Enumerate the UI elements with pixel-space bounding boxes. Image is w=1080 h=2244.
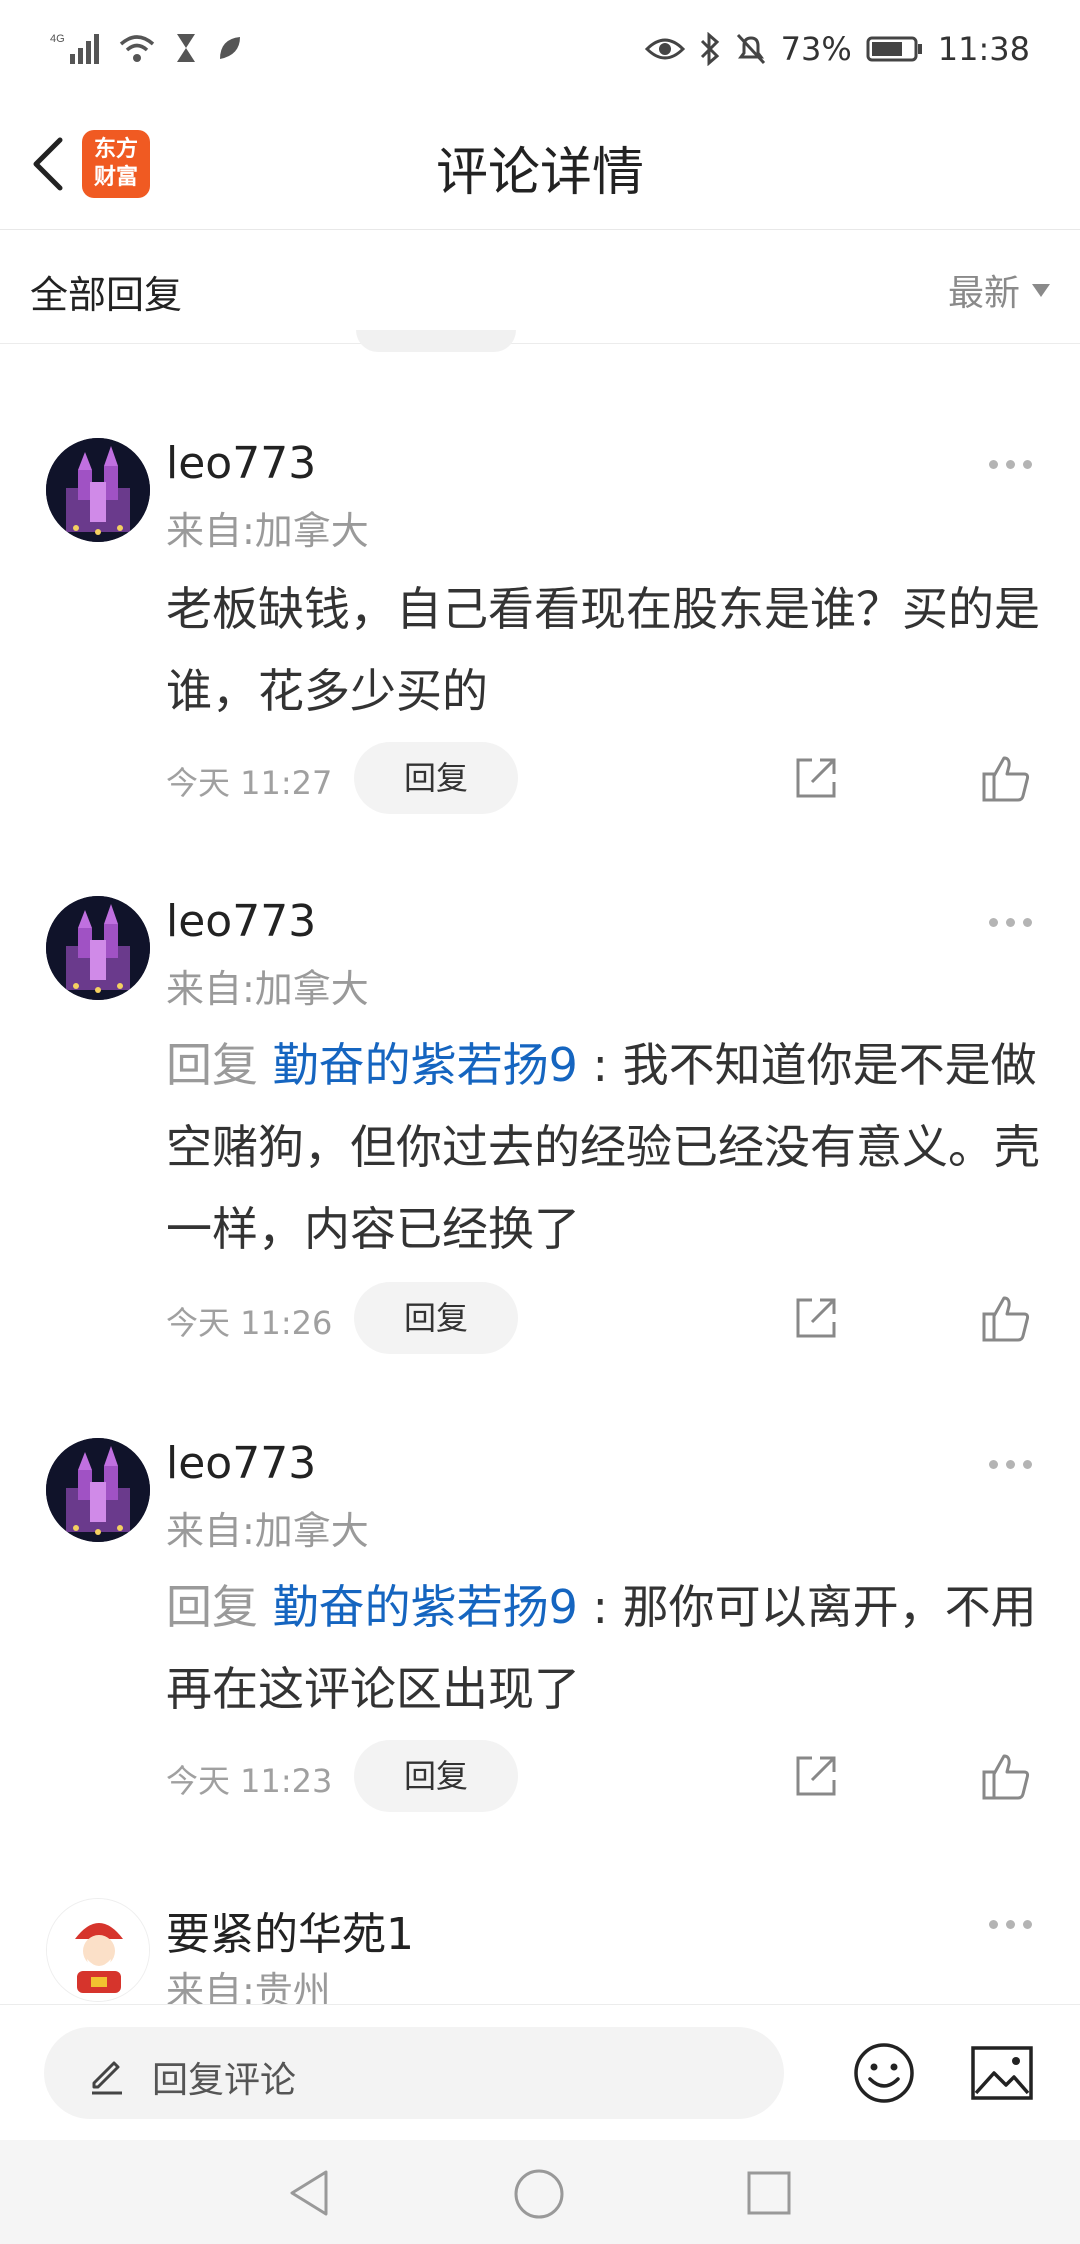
reply-prefix: 回复 (166, 1038, 273, 1092)
comment-meta: 今天 11:23 回复 (166, 1740, 1046, 1812)
comment-text: 回复 勤奋的紫若扬9 : 我不知道你是不是做空赌狗，但你过去的经验已经没有意义。… (166, 1024, 1046, 1270)
reply-input-placeholder: 回复评论 (152, 2060, 297, 2101)
username[interactable]: leo773 (166, 896, 316, 947)
mention-link[interactable]: 勤奋的紫若扬9 (273, 1038, 578, 1092)
page-title: 评论详情 (435, 143, 644, 203)
comment-meta: 今天 11:27 回复 (166, 742, 1046, 814)
nav-recents-icon[interactable] (746, 2170, 792, 2216)
more-options-icon[interactable] (989, 918, 1032, 927)
comment-text: 老板缺钱，自己看看现在股东是谁？买的是谁，花多少买的 (166, 568, 1046, 732)
username[interactable]: 要紧的华苑1 (166, 1898, 414, 1962)
thumbs-up-icon[interactable] (980, 1292, 1032, 1344)
battery-percent: 73% (780, 30, 852, 68)
avatar[interactable] (46, 1438, 150, 1542)
pencil-icon (92, 2061, 122, 2095)
image-icon[interactable] (970, 2045, 1034, 2101)
reply-prefix: 回复 (166, 1580, 273, 1634)
status-bar: 4G 73% 11:38 (0, 0, 1080, 98)
share-icon[interactable] (792, 1752, 840, 1800)
reply-button[interactable]: 回复 (354, 742, 518, 814)
user-location: 来自:加拿大 (166, 509, 369, 553)
all-replies-label: 全部回复 (30, 273, 183, 317)
mute-bell-icon (736, 33, 765, 65)
reply-bar: 回复评论 (0, 2004, 1080, 2140)
nav-home-icon[interactable] (513, 2168, 565, 2220)
signal-icon: 4G (50, 33, 99, 64)
more-options-icon[interactable] (989, 1920, 1032, 1929)
share-icon[interactable] (792, 1294, 840, 1342)
clock: 11:38 (937, 30, 1030, 68)
reply-input[interactable]: 回复评论 (44, 2027, 784, 2119)
comment-meta: 今天 11:26 回复 (166, 1282, 1046, 1354)
avatar[interactable] (46, 438, 150, 542)
caret-down-icon (1032, 283, 1050, 297)
replies-filter-bar: 全部回复 最新 (0, 230, 1080, 344)
avatar[interactable] (46, 1898, 150, 2002)
system-nav-bar (0, 2140, 1080, 2244)
share-icon[interactable] (792, 754, 840, 802)
scroll-stub (356, 330, 516, 352)
reply-button[interactable]: 回复 (354, 1282, 518, 1354)
sort-dropdown[interactable]: 最新 (948, 264, 1050, 316)
thumbs-up-icon[interactable] (980, 1750, 1032, 1802)
comment-time: 今天 11:26 (166, 1304, 333, 1342)
mention-link[interactable]: 勤奋的紫若扬9 (273, 1580, 578, 1634)
sort-label: 最新 (947, 273, 1020, 314)
battery-icon (866, 36, 922, 62)
comment-time: 今天 11:23 (166, 1762, 333, 1800)
thumbs-up-icon[interactable] (980, 752, 1032, 804)
network-type: 4G (50, 33, 65, 45)
more-options-icon[interactable] (989, 1460, 1032, 1469)
header: 东方财富 评论详情 (0, 98, 1080, 230)
eye-icon (644, 38, 685, 60)
bluetooth-icon (700, 32, 719, 66)
comment-text-content: 老板缺钱，自己看看现在股东是谁？买的是谁，花多少买的 (166, 582, 1040, 718)
avatar[interactable] (46, 896, 150, 1000)
emoji-icon[interactable] (852, 2041, 916, 2105)
username[interactable]: leo773 (166, 1438, 316, 1489)
user-location: 来自:加拿大 (166, 967, 369, 1011)
more-options-icon[interactable] (989, 460, 1032, 469)
nav-back-icon[interactable] (284, 2168, 334, 2218)
comment-text: 回复 勤奋的紫若扬9 : 那你可以离开，不用再在这评论区出现了 (166, 1566, 1046, 1730)
username[interactable]: leo773 (166, 438, 316, 489)
comment-time: 今天 11:27 (166, 764, 333, 802)
leaf-icon (220, 37, 240, 59)
hourglass-icon (177, 34, 195, 62)
reply-button[interactable]: 回复 (354, 1740, 518, 1812)
wifi-icon (119, 35, 155, 62)
user-location: 来自:加拿大 (166, 1509, 369, 1553)
